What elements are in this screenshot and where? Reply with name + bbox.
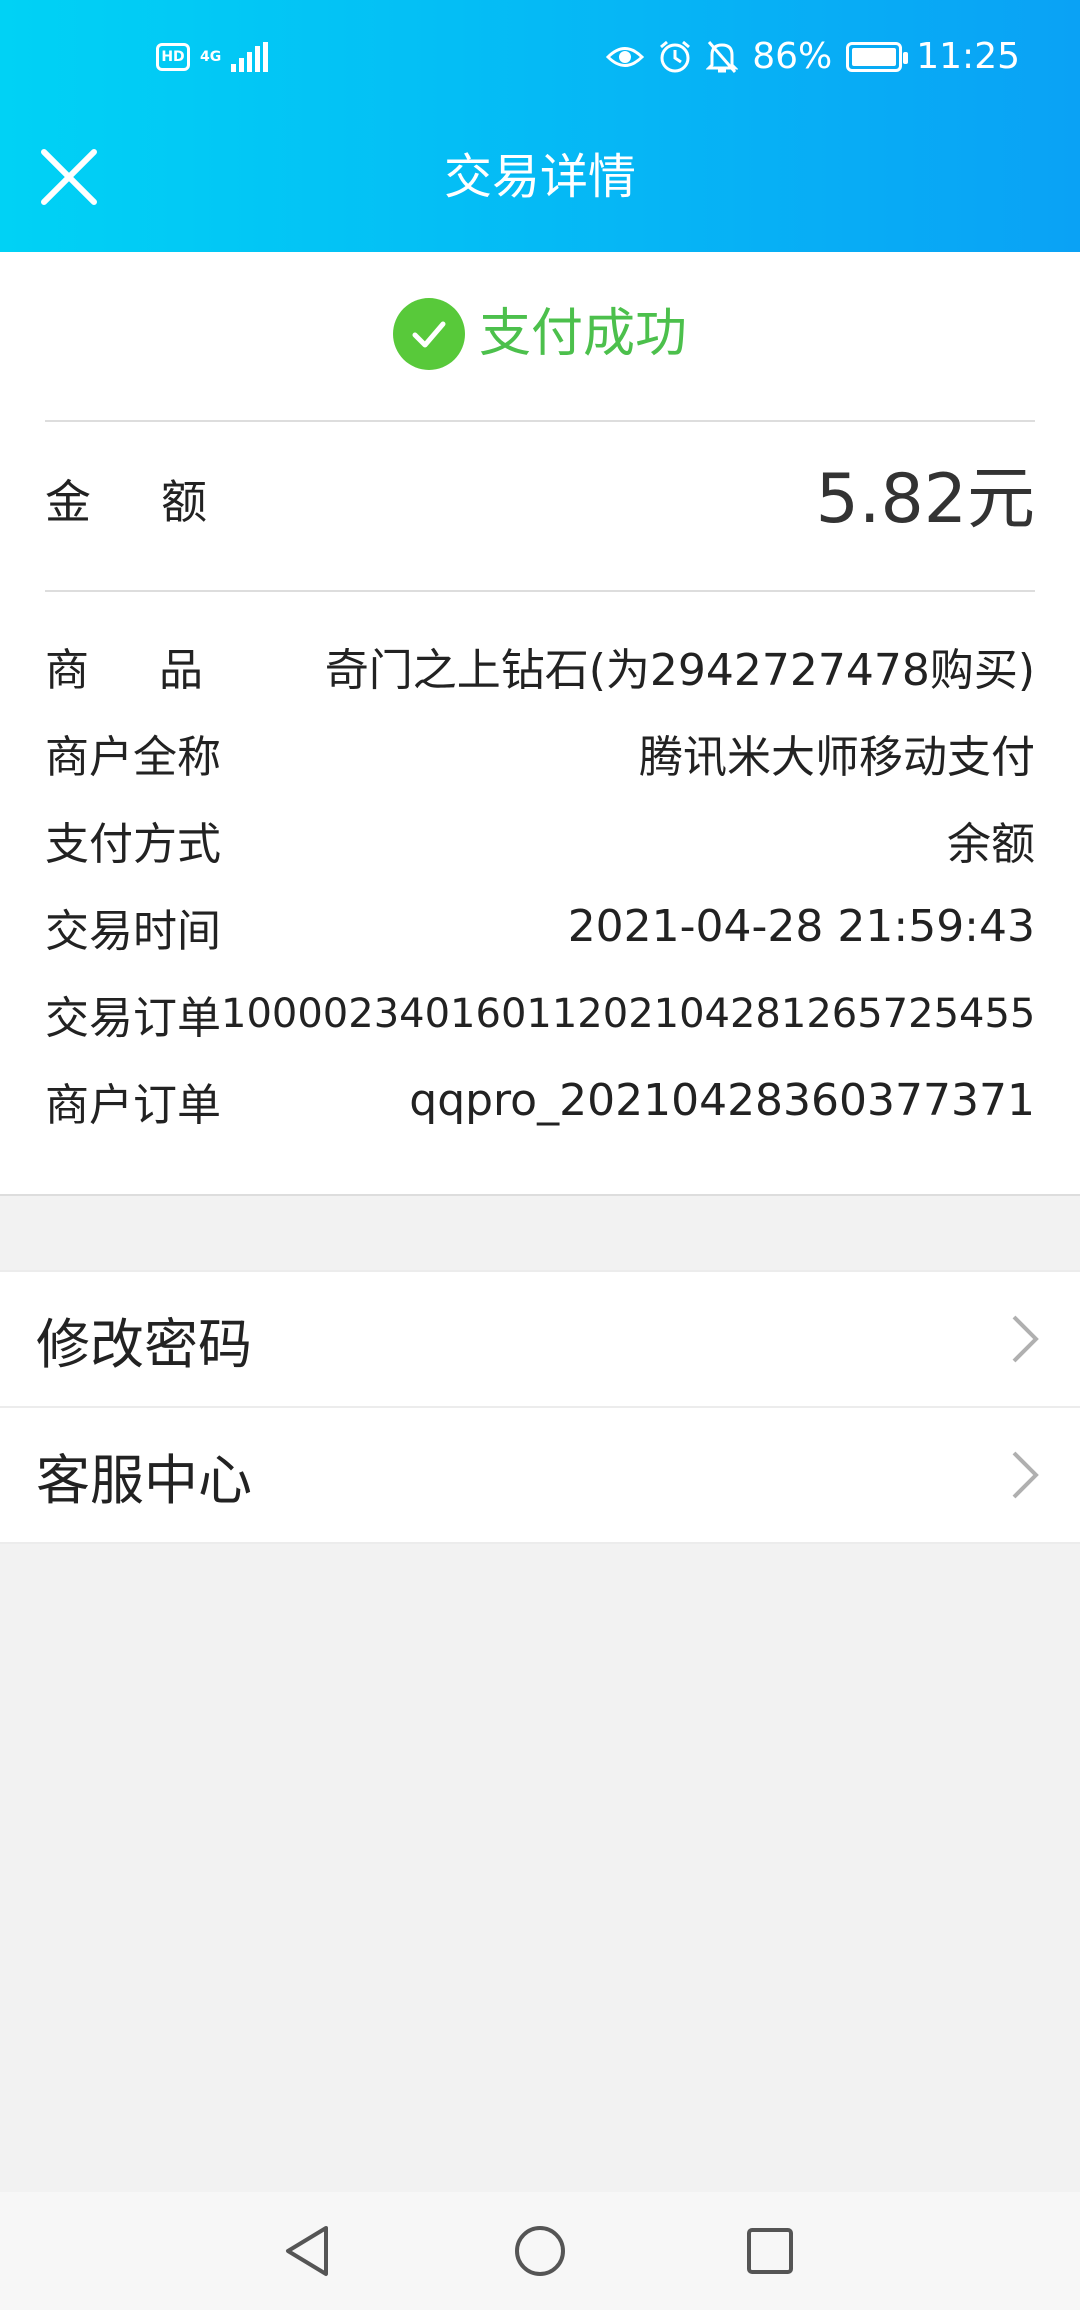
amount-value: 5.82元 <box>815 460 1035 539</box>
clock: 11:25 <box>916 36 1020 77</box>
back-icon[interactable] <box>278 2220 340 2282</box>
amount-label: 金额 <box>45 475 277 529</box>
detail-value: qqpro_20210428360377371 <box>409 1075 1035 1126</box>
divider <box>45 590 1035 592</box>
menu-item-customer-service[interactable]: 客服中心 <box>0 1406 1080 1544</box>
detail-label: 商户订单 <box>45 1079 221 1131</box>
detail-row-merchant-order: 商户订单 qqpro_20210428360377371 <box>45 1057 1035 1144</box>
detail-label: 交易订单 <box>45 992 221 1044</box>
network-type: 4G <box>200 49 222 65</box>
detail-row-product: 商品 奇门之上钻石(为2942727478购买) <box>45 622 1035 709</box>
eye-icon <box>606 46 645 67</box>
recents-icon[interactable] <box>739 2220 801 2282</box>
detail-label: 支付方式 <box>45 818 221 870</box>
chevron-right-icon <box>1012 1315 1039 1363</box>
status-left: HD 4G <box>156 42 269 72</box>
detail-row-merchant: 商户全称 腾讯米大师移动支付 <box>45 709 1035 796</box>
detail-value: 奇门之上钻石(为2942727478购买) <box>324 644 1035 696</box>
chevron-right-icon <box>1012 1451 1039 1499</box>
detail-value: 10000234016011202104281265725455 <box>221 990 1036 1037</box>
battery-percent: 86% <box>752 36 833 77</box>
battery-fill <box>852 47 897 66</box>
detail-label: 商品 <box>45 644 273 696</box>
detail-value: 腾讯米大师移动支付 <box>639 731 1035 783</box>
detail-list: 商品 奇门之上钻石(为2942727478购买) 商户全称 腾讯米大师移动支付 … <box>45 622 1035 1144</box>
status-right: 86% 11:25 <box>606 36 1020 77</box>
detail-row-time: 交易时间 2021-04-28 21:59:43 <box>45 883 1035 970</box>
hd-badge: HD <box>156 43 190 71</box>
settings-menu: 修改密码 客服中心 <box>0 1270 1080 1544</box>
check-circle-icon <box>392 298 465 370</box>
detail-label: 商户全称 <box>45 731 221 783</box>
detail-row-transaction-order: 交易订单 10000234016011202104281265725455 <box>45 970 1035 1057</box>
menu-item-label: 客服中心 <box>36 1448 252 1512</box>
status-bar: HD 4G 86% 11:25 <box>0 0 1080 120</box>
status-text: 支付成功 <box>478 304 687 364</box>
payment-status: 支付成功 <box>0 298 1080 370</box>
detail-label: 交易时间 <box>45 905 221 957</box>
divider <box>45 420 1035 422</box>
detail-value: 2021-04-28 21:59:43 <box>567 901 1035 952</box>
signal-icon <box>231 42 269 72</box>
detail-row-payment-method: 支付方式 余额 <box>45 796 1035 883</box>
app-header: HD 4G 86% 11:25 交易详情 <box>0 0 1080 252</box>
home-icon[interactable] <box>509 2220 571 2282</box>
menu-item-label: 修改密码 <box>36 1312 252 1376</box>
alarm-icon <box>660 40 691 72</box>
menu-item-change-password[interactable]: 修改密码 <box>0 1270 1080 1408</box>
bell-off-icon <box>706 40 739 73</box>
system-nav-bar <box>0 2192 1080 2310</box>
battery-icon <box>846 41 909 72</box>
transaction-detail-card: 支付成功 金额 5.82元 商品 奇门之上钻石(为2942727478购买) 商… <box>0 252 1080 1196</box>
detail-value: 余额 <box>947 818 1035 870</box>
page-title: 交易详情 <box>443 149 636 205</box>
